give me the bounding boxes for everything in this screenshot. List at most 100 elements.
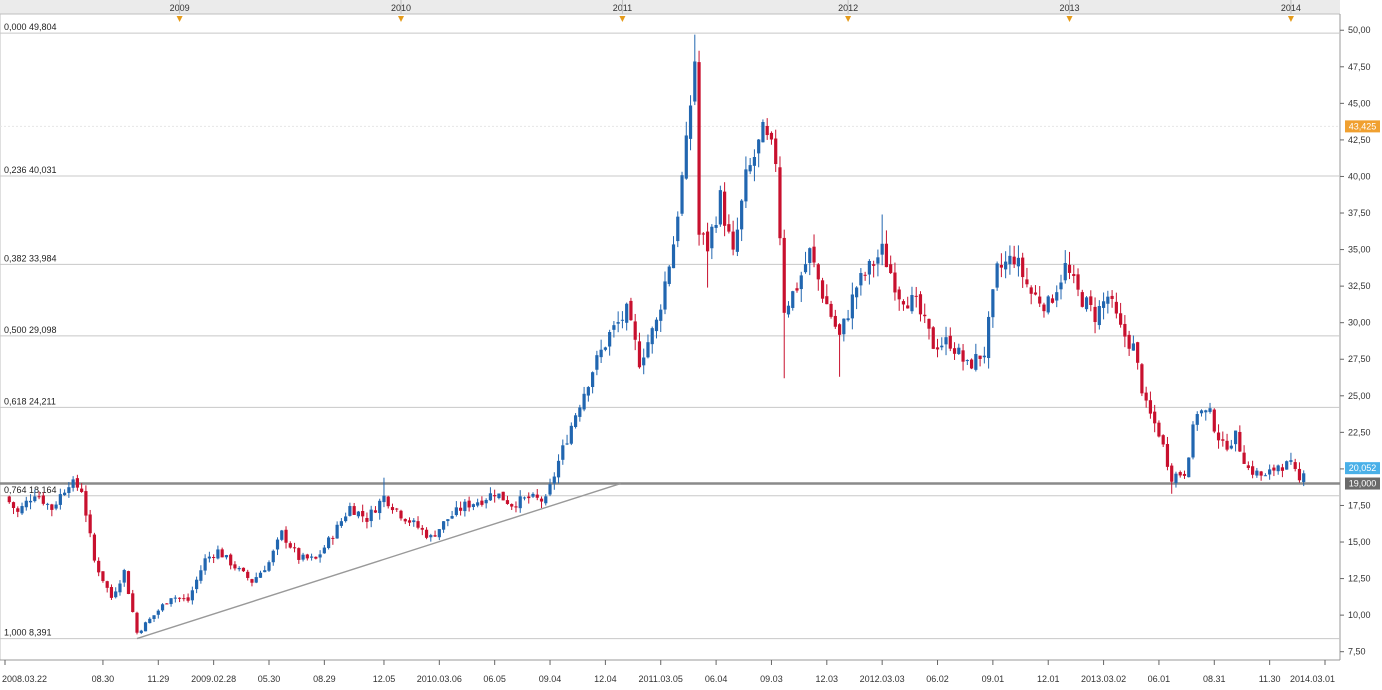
candle-body: [667, 266, 671, 284]
candle-body: [7, 496, 11, 503]
candle-body: [808, 248, 812, 263]
candle-body: [1046, 296, 1050, 313]
candle-body: [1148, 400, 1153, 414]
candle-body: [275, 539, 280, 550]
candle-body: [297, 548, 301, 560]
candle-body: [373, 510, 378, 513]
price-badge-label-1: 20,052: [1349, 463, 1377, 473]
time-tick-label: 2008.03.22: [2, 674, 47, 684]
fib-label-5: 0,764 18,164: [4, 485, 57, 495]
fib-label-3: 0,500 29,098: [4, 325, 57, 335]
candle-body: [1033, 292, 1038, 295]
candle-body: [1072, 274, 1076, 277]
candle-body: [41, 495, 45, 504]
time-tick-label: 08.31: [1203, 674, 1226, 684]
candle-body: [561, 445, 565, 460]
candle-body: [152, 615, 156, 619]
candle-body: [608, 332, 612, 347]
candle-body: [991, 289, 995, 318]
time-tick-label: 06.01: [1148, 674, 1171, 684]
candle-body: [522, 497, 527, 499]
candle-body: [386, 496, 390, 507]
candle-body: [424, 529, 429, 538]
candle-body: [918, 294, 923, 315]
time-tick-label: 2010.03.06: [417, 674, 462, 684]
time-tick-label: 06.02: [926, 674, 949, 684]
candle-body: [697, 62, 701, 235]
candle-body: [365, 518, 369, 522]
candle-body: [654, 319, 659, 332]
candle-body: [825, 296, 829, 305]
candle-body: [1144, 392, 1148, 401]
candle-body: [906, 305, 910, 309]
candle-body: [143, 622, 148, 632]
candle-body: [995, 263, 999, 288]
price-tick-label: 25,00: [1348, 391, 1371, 401]
candle-body: [884, 243, 889, 268]
candle-body: [1093, 306, 1097, 323]
candle-body: [148, 618, 152, 624]
candle-body: [1178, 472, 1182, 476]
candle-body: [1259, 471, 1263, 476]
candle-body: [16, 508, 20, 512]
candle-body: [1059, 282, 1063, 290]
candle-body: [620, 319, 625, 321]
candle-body: [799, 275, 803, 290]
candle-body: [629, 300, 633, 321]
chart-canvas: 0,000 49,804 0,236 40,031 0,382 33,984 0,50…: [0, 0, 1382, 690]
candle-body: [1063, 263, 1067, 281]
candle-body: [820, 280, 825, 299]
candle-body: [488, 493, 493, 501]
candle-body: [744, 169, 748, 202]
candle-body: [1216, 432, 1221, 441]
candle-body: [348, 506, 352, 516]
candle-body: [433, 535, 437, 537]
candle-body: [216, 549, 220, 559]
time-tick-label: 09.01: [982, 674, 1005, 684]
candle-body: [190, 590, 194, 601]
candle-body: [403, 518, 407, 522]
candle-body: [816, 264, 820, 280]
candle-body: [288, 543, 292, 548]
time-tick-label: 12.03: [816, 674, 839, 684]
candle-body: [1221, 439, 1225, 441]
candle-body: [603, 347, 607, 350]
candle-body: [650, 328, 654, 345]
price-badge-label-0: 43,425: [1349, 121, 1377, 131]
candle-body: [139, 630, 143, 633]
candle-body: [1272, 467, 1276, 471]
candle-body: [701, 233, 705, 235]
candle-body: [1297, 468, 1302, 481]
price-tick-label: 17,50: [1348, 500, 1371, 510]
price-tick-label: 35,00: [1348, 245, 1371, 255]
candle-body: [11, 502, 16, 508]
candle-body: [1157, 422, 1161, 437]
candle-body: [28, 500, 33, 503]
candle-body: [1212, 409, 1216, 432]
candle-body: [229, 554, 233, 566]
time-tick-label: 05.30: [258, 674, 281, 684]
time-tick-label: 11.29: [147, 674, 169, 684]
candle-body: [412, 520, 416, 523]
candle-body: [688, 105, 693, 139]
time-tick-label: 08.29: [313, 674, 336, 684]
candle-body: [867, 260, 871, 275]
price-tick-label: 50,00: [1348, 25, 1371, 35]
candle-body: [663, 281, 667, 310]
candle-body: [974, 354, 978, 370]
candle-body: [173, 597, 177, 599]
fib-label-4: 0,618 24,211: [4, 396, 56, 406]
candle-body: [769, 132, 774, 140]
candle-body: [910, 295, 914, 312]
candle-body: [241, 567, 246, 572]
candle-body: [829, 303, 833, 317]
candle-body: [714, 225, 718, 228]
candle-body: [1089, 296, 1093, 305]
candle-body: [1302, 473, 1306, 483]
candle-body: [20, 506, 24, 514]
candle-body: [80, 488, 84, 492]
candle-body: [318, 554, 322, 558]
candle-body: [591, 372, 595, 388]
candle-body: [344, 516, 348, 522]
candle-body: [24, 500, 28, 508]
